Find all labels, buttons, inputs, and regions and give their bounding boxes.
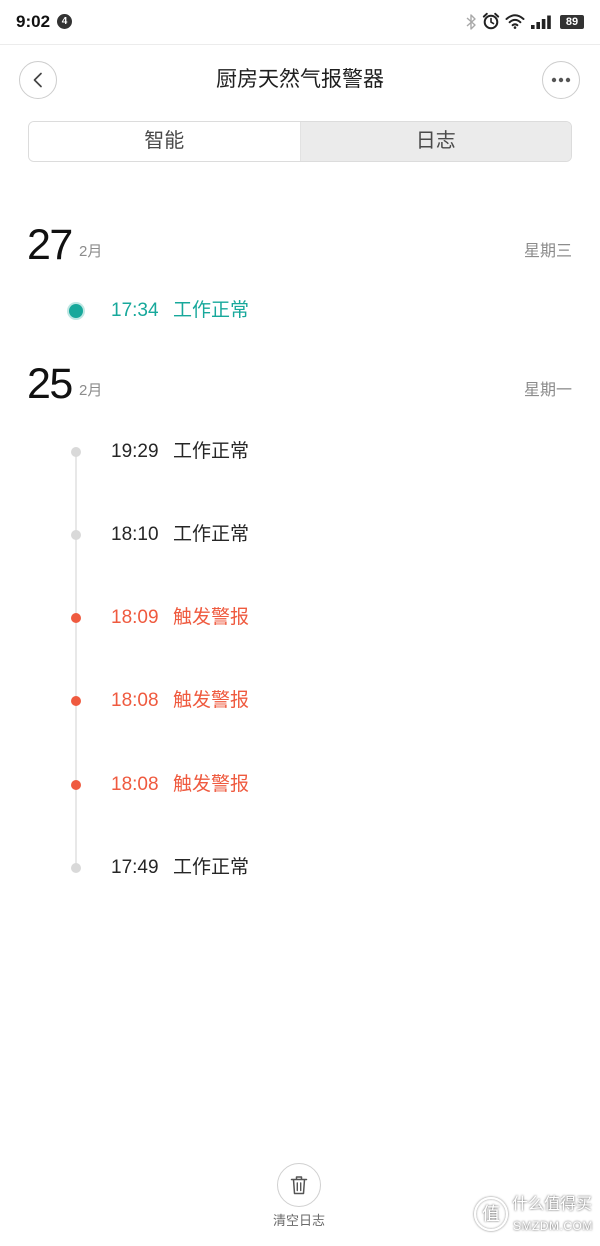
signal-icon	[531, 15, 552, 29]
log-entry: 17:34 工作正常	[0, 299, 600, 323]
date-month: 2月	[79, 382, 103, 399]
date-header: 25 2月 星期一	[0, 361, 600, 407]
log-status-dot	[69, 304, 83, 318]
battery-level: 89	[565, 16, 579, 28]
log-status: 工作正常	[173, 300, 250, 321]
date-day: 27	[27, 221, 73, 269]
date-weekday: 星期一	[523, 382, 572, 399]
log-time: 18:08	[111, 774, 159, 795]
status-time: 9:02	[16, 12, 51, 31]
date-day: 25	[27, 360, 73, 408]
log-entry: 19:29 工作正常	[0, 440, 600, 464]
trash-icon	[290, 1175, 308, 1195]
clear-log-button[interactable]	[277, 1163, 321, 1207]
watermark: 值 什么值得买 SMZDM.COM	[470, 1192, 595, 1240]
log-status: 触发警报	[173, 690, 250, 711]
chevron-left-icon	[31, 71, 45, 89]
watermark-site: SMZDM.COM	[513, 1219, 593, 1233]
log-time: 18:10	[111, 524, 159, 545]
more-dots-icon	[551, 77, 571, 83]
log-status: 触发警报	[173, 774, 250, 795]
log-time: 17:49	[111, 857, 159, 878]
timeline-line	[75, 452, 77, 868]
log-status-dot	[71, 447, 81, 457]
log-entry: 18:09 触发警报	[0, 606, 600, 630]
alarm-icon	[482, 12, 500, 30]
tab-smart[interactable]: 智能	[29, 122, 300, 161]
log-entry: 18:08 触发警报	[0, 773, 600, 797]
notification-count-badge: 4	[57, 14, 72, 29]
watermark-name: 什么值得买	[512, 1196, 593, 1213]
log-status: 触发警报	[173, 607, 250, 628]
clear-log-label: 清空日志	[272, 1213, 325, 1228]
log-status-dot	[71, 696, 81, 706]
log-time: 17:34	[111, 300, 159, 321]
status-bar: 9:02 4 89	[0, 0, 600, 45]
segmented-tabs: 智能 日志	[28, 121, 572, 162]
wifi-icon	[505, 13, 525, 29]
log-status-dot	[71, 530, 81, 540]
bluetooth-icon	[465, 13, 477, 31]
date-header: 27 2月 星期三	[0, 222, 600, 268]
tab-log[interactable]: 日志	[299, 122, 571, 161]
page-title: 厨房天然气报警器	[216, 68, 384, 91]
log-entry: 18:10 工作正常	[0, 523, 600, 547]
log-status-dot	[71, 780, 81, 790]
log-entry: 17:49 工作正常	[0, 856, 600, 880]
log-status-dot	[71, 613, 81, 623]
battery-icon: 89	[560, 15, 584, 29]
log-status: 工作正常	[173, 524, 250, 545]
watermark-logo: 值	[474, 1197, 508, 1231]
log-time: 19:29	[111, 441, 159, 462]
more-button[interactable]	[542, 61, 580, 99]
log-status: 工作正常	[173, 857, 250, 878]
log-status: 工作正常	[173, 441, 250, 462]
back-button[interactable]	[19, 61, 57, 99]
log-time: 18:09	[111, 607, 159, 628]
log-time: 18:08	[111, 690, 159, 711]
date-month: 2月	[79, 243, 103, 260]
log-status-dot	[71, 863, 81, 873]
log-entry: 18:08 触发警报	[0, 689, 600, 713]
date-weekday: 星期三	[523, 243, 572, 260]
